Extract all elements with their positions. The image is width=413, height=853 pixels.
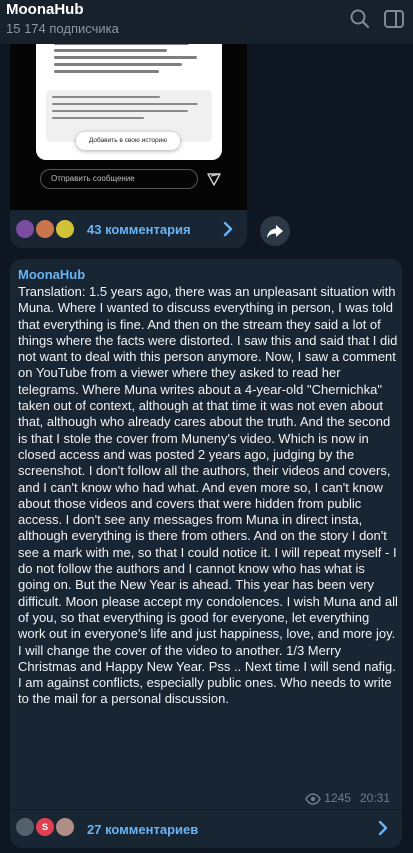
eye-icon [305, 793, 322, 805]
share-button[interactable] [260, 216, 290, 246]
post-text: Translation: 1.5 years ago, there was an… [18, 284, 398, 707]
chevron-right-icon[interactable] [376, 820, 390, 836]
message-input-screenshot: Отправить сообщение [40, 169, 198, 189]
commenter-avatar [34, 218, 56, 240]
send-icon [207, 173, 221, 186]
chevron-right-icon[interactable] [221, 221, 235, 237]
comments-bar[interactable]: 43 комментария [10, 210, 247, 248]
share-icon [267, 225, 283, 238]
add-to-story-button: Добавить в свою историю [76, 132, 180, 150]
comments-count-label[interactable]: 27 комментариев [87, 822, 198, 837]
post-time: 20:31 [359, 791, 390, 805]
commenter-avatar [54, 816, 76, 838]
message-bubble-text[interactable]: MoonaHub Translation: 1.5 years ago, the… [10, 259, 402, 848]
commenter-avatar [14, 218, 36, 240]
channel-title[interactable]: MoonaHub [6, 1, 83, 18]
post-author[interactable]: MoonaHub [18, 267, 85, 282]
subscriber-count: 15 174 подписчика [6, 21, 119, 36]
commenter-avatar [54, 218, 76, 240]
side-panel-icon[interactable] [381, 6, 407, 32]
commenter-avatar [14, 816, 36, 838]
story-screenshot: Добавить в свою историю [36, 38, 222, 160]
post-meta: 1245 20:31 [305, 791, 390, 805]
search-icon[interactable] [347, 6, 373, 32]
commenter-avatar: S [34, 816, 56, 838]
avatar-letter: S [41, 822, 48, 832]
comments-count-label[interactable]: 43 комментария [87, 222, 191, 237]
divider [10, 809, 402, 810]
chat-header: MoonaHub 15 174 подписчика [0, 0, 413, 44]
view-count: 1245 [324, 791, 351, 805]
